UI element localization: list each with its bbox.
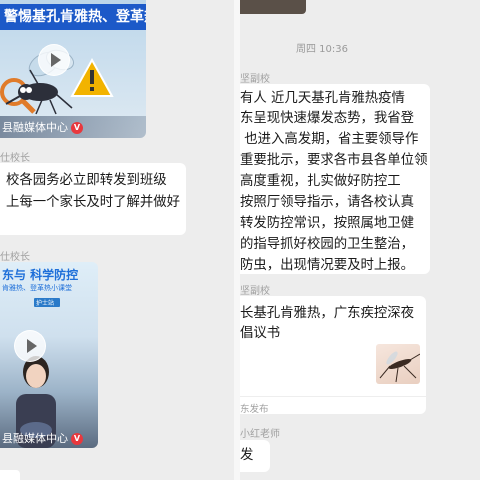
message-line: 防虫，出现情况要及时上报。 [240, 258, 415, 273]
message-timestamp: 周四 10:36 [296, 44, 348, 55]
message-line: 上每一个家长及时了解并做好 [6, 195, 181, 210]
message-line: 东呈现快速爆发态势，我省登 [240, 111, 415, 126]
mosquito-icon [379, 351, 420, 383]
message-line: 按照厅领导指示，请各校认真 [240, 195, 415, 210]
nurse-station-label: 护士站 [36, 300, 55, 307]
link-title-line: 倡议书 [240, 326, 281, 341]
video-banner-title: 警惕基孔肯雅热、登革热 [0, 4, 146, 30]
sender-name: 仕校长 [0, 252, 30, 263]
chat-pane-right: 周四 10:36 坚副校 有人 近几天基孔肯雅热疫情 东呈现快速爆发态势，我省登… [240, 0, 480, 480]
video-message[interactable]: 警惕基孔肯雅热、登革热 县融媒体中心 V [0, 0, 146, 138]
link-title-line: 长基孔肯雅热，广东疾控深夜 [240, 306, 415, 321]
partial-bubble [0, 470, 20, 480]
link-card[interactable]: 长基孔肯雅热，广东疾控深夜 倡议书 东发布 [240, 296, 426, 414]
sender-name: 小红老师 [240, 429, 280, 440]
verified-badge-icon: V [71, 433, 83, 445]
link-thumbnail [376, 344, 420, 384]
link-source-label: 东发布 [240, 404, 269, 414]
message-line: 转发防控常识，按照属地卫健 [240, 216, 415, 231]
play-icon[interactable] [38, 44, 70, 76]
video-source-label: 县融媒体中心 V [2, 119, 83, 135]
message-line: 高度重视，扎实做好防控工 [240, 174, 401, 189]
mosquito-illustration [0, 49, 114, 115]
message-line: 重要批示，要求各市县各单位领 [240, 153, 428, 168]
sender-name: 坚副校 [240, 74, 270, 85]
message-bubble[interactable]: 发 [240, 440, 270, 472]
verified-badge-icon: V [71, 122, 83, 134]
video-title: 东与 科学防控 [2, 268, 79, 282]
message-line: 校各园务必立即转发到班级 [6, 173, 167, 188]
message-bubble[interactable]: 有人 近几天基孔肯雅热疫情 东呈现快速爆发态势，我省登 也进入高发期，省主要领导… [240, 84, 430, 274]
message-line: 也进入高发期，省主要领导作 [240, 132, 419, 147]
message-line: 发 [240, 448, 254, 463]
chat-pane-left: 警惕基孔肯雅热、登革热 县融媒体中心 V 仕校长 校各园务必立即转发到班级 上每一… [0, 0, 234, 480]
message-line: 有人 近几天基孔肯雅热疫情 [240, 91, 405, 106]
message-bubble[interactable]: 校各园务必立即转发到班级 上每一个家长及时了解并做好 [0, 163, 186, 235]
sender-name: 仕校长 [0, 153, 30, 164]
video-message[interactable]: 东与 科学防控 肯雅热、登革热小课堂 护士站 县融媒体中心 V [0, 262, 98, 448]
video-subtitle: 肯雅热、登革热小课堂 [2, 284, 72, 292]
sender-name: 坚副校 [240, 286, 270, 297]
message-line: 的指导抓好校园的卫生整治， [240, 237, 415, 252]
video-source-label: 县融媒体中心 V [2, 430, 83, 446]
link-card-divider [240, 396, 426, 397]
image-message[interactable] [240, 0, 306, 14]
play-icon[interactable] [14, 330, 46, 362]
